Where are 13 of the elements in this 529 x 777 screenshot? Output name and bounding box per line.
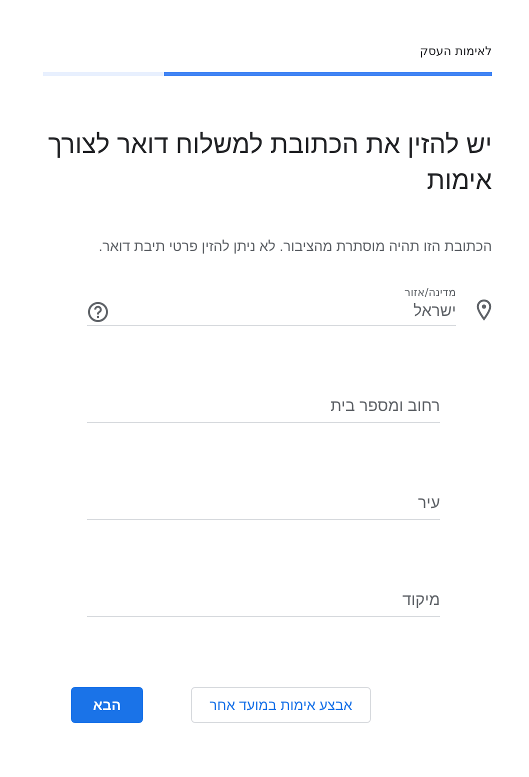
description: הכתובת הזו תהיה מוסתרת מהציבור. לא ניתן להזין פרטי תיבת דואר.	[98, 238, 492, 254]
field-label: מדינה/אזור	[403, 286, 456, 299]
next-button[interactable]: הבא	[71, 687, 143, 723]
input-field[interactable]: מיקוד	[87, 588, 440, 617]
country-field[interactable]: מדינה/אזור ישראל	[87, 286, 456, 326]
field-value: ישראל	[413, 303, 456, 321]
input-field[interactable]: רחוב ומספר בית	[87, 394, 440, 423]
step-title: לאימות העסק	[418, 44, 492, 60]
input-field[interactable]: עיר	[87, 491, 440, 520]
later-button[interactable]: אבצע אימות במועד אחר	[191, 687, 371, 723]
page-heading: יש להזין את הכתובת למשלוח דואר לצורך אימות	[47, 128, 492, 197]
help-icon[interactable]	[87, 301, 109, 323]
location-pin-icon	[476, 299, 492, 321]
